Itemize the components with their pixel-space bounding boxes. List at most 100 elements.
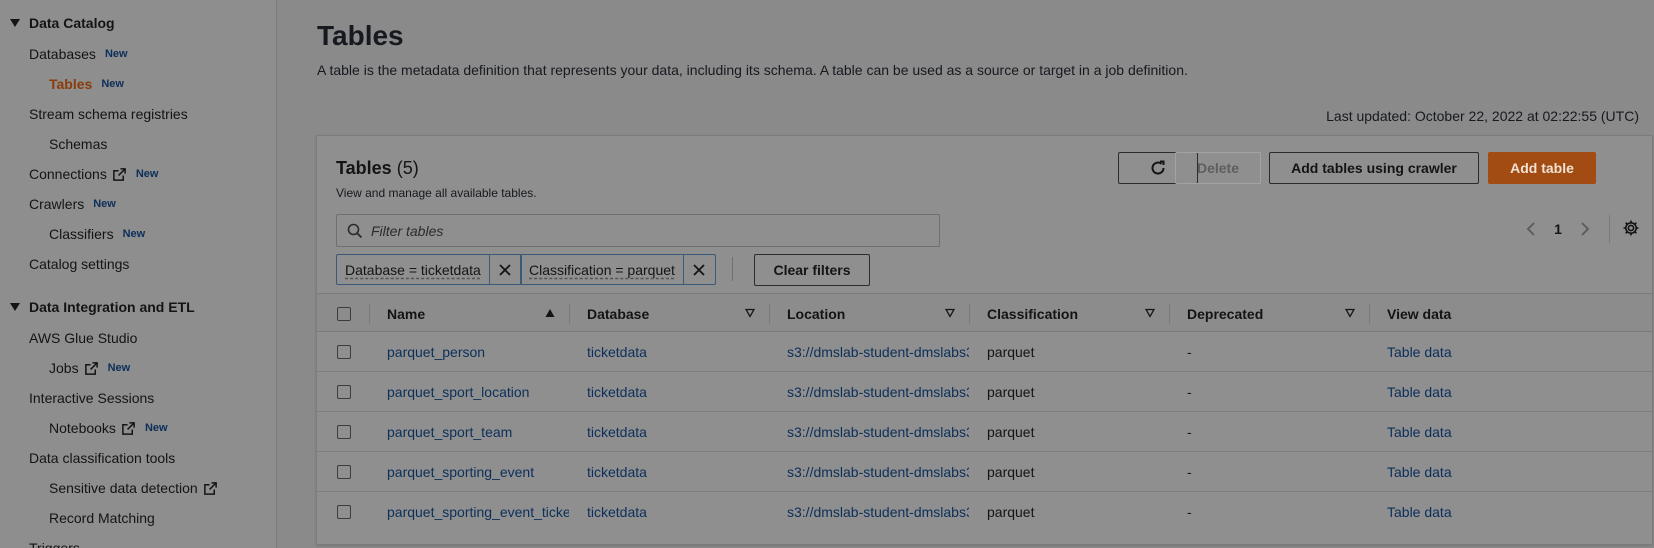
sort-icon — [945, 308, 955, 318]
sidebar-item-record-matching[interactable]: Record Matching — [49, 510, 155, 526]
sidebar-item-databases[interactable]: Databases New — [29, 46, 128, 62]
close-icon — [693, 263, 706, 276]
view-table-data-link[interactable]: Table data — [1387, 372, 1587, 412]
previous-page-button[interactable] — [1521, 219, 1541, 239]
sidebar-item-label: Notebooks — [49, 420, 116, 436]
database-link[interactable]: ticketdata — [587, 372, 769, 412]
panel-title: Tables (5) — [336, 158, 419, 179]
database-link[interactable]: ticketdata — [587, 332, 769, 372]
table-name-link[interactable]: parquet_person — [387, 332, 569, 372]
table-header: Name Database Location Classification De… — [317, 293, 1652, 332]
refresh-icon — [1151, 160, 1165, 175]
sidebar: Data Catalog Databases New Tables New St… — [0, 0, 277, 548]
column-header-view-data: View data — [1387, 294, 1587, 333]
column-header-label: Location — [787, 305, 846, 322]
location-link[interactable]: s3://dmslab-student-dmslabs3 — [787, 412, 969, 452]
remove-filter-button[interactable] — [684, 255, 715, 284]
sidebar-item-notebooks[interactable]: Notebooks New — [49, 420, 168, 436]
view-table-data-link[interactable]: Table data — [1387, 412, 1587, 452]
remove-filter-button[interactable] — [490, 255, 521, 284]
row-checkbox[interactable] — [337, 425, 351, 439]
table-name-link[interactable]: parquet_sport_team — [387, 412, 569, 452]
external-link-icon — [203, 481, 217, 495]
sidebar-item-triggers[interactable]: Triggers — [29, 540, 80, 548]
column-divider — [1169, 304, 1170, 324]
table-name-link[interactable]: parquet_sporting_event — [387, 452, 569, 492]
column-header-label: View data — [1387, 305, 1452, 322]
table-row: parquet_sporting_event ticketdata s3://d… — [317, 452, 1652, 492]
column-header-name[interactable]: Name — [387, 294, 569, 333]
sidebar-item-crawlers[interactable]: Crawlers New — [29, 196, 116, 212]
sidebar-item-stream-schema-registries[interactable]: Stream schema registries — [29, 106, 188, 122]
database-link[interactable]: ticketdata — [587, 492, 769, 532]
sidebar-item-classifiers[interactable]: Classifiers New — [49, 226, 145, 242]
pagination-divider — [1609, 215, 1610, 243]
sidebar-item-interactive-sessions[interactable]: Interactive Sessions — [29, 390, 154, 406]
sidebar-item-schemas[interactable]: Schemas — [49, 136, 107, 152]
page-number[interactable]: 1 — [1541, 221, 1575, 237]
sidebar-item-sensitive-data-detection[interactable]: Sensitive data detection — [49, 480, 218, 496]
table-row: parquet_sport_location ticketdata s3://d… — [317, 372, 1652, 412]
deprecated-cell: - — [1187, 384, 1192, 400]
section-data-catalog[interactable]: Data Catalog — [10, 15, 115, 31]
sidebar-item-catalog-settings[interactable]: Catalog settings — [29, 256, 129, 272]
location-link[interactable]: s3://dmslab-student-dmslabs3 — [787, 332, 969, 372]
database-link[interactable]: ticketdata — [587, 452, 769, 492]
add-table-button[interactable]: Add table — [1488, 152, 1596, 184]
gear-icon — [1623, 220, 1639, 235]
location-link[interactable]: s3://dmslab-student-dmslabs3 — [787, 372, 969, 412]
row-checkbox[interactable] — [337, 385, 351, 399]
location-link[interactable]: s3://dmslab-student-dmslabs3 — [787, 492, 969, 532]
sidebar-item-jobs[interactable]: Jobs New — [49, 360, 130, 376]
sidebar-item-connections[interactable]: Connections New — [29, 166, 158, 182]
external-link-icon — [84, 361, 98, 375]
section-label: Data Catalog — [29, 15, 115, 31]
filter-chip-label[interactable]: Database = ticketdata — [337, 255, 490, 284]
deprecated-cell: - — [1187, 504, 1192, 520]
row-checkbox[interactable] — [337, 505, 351, 519]
sidebar-item-label: Crawlers — [29, 196, 85, 212]
table-name-link[interactable]: parquet_sporting_event_ticket — [387, 492, 569, 532]
column-header-location[interactable]: Location — [787, 294, 969, 333]
select-all-checkbox[interactable] — [337, 307, 351, 321]
external-link-icon — [112, 167, 126, 181]
sidebar-item-label: Record Matching — [49, 510, 155, 526]
row-checkbox[interactable] — [337, 465, 351, 479]
sidebar-item-label: Classifiers — [49, 226, 114, 242]
column-header-database[interactable]: Database — [587, 294, 769, 333]
search-icon — [347, 223, 363, 238]
database-link[interactable]: ticketdata — [587, 412, 769, 452]
next-page-button[interactable] — [1575, 219, 1595, 239]
location-link[interactable]: s3://dmslab-student-dmslabs3 — [787, 452, 969, 492]
add-tables-crawler-button[interactable]: Add tables using crawler — [1269, 152, 1479, 184]
new-badge: New — [144, 422, 168, 434]
deprecated-cell: - — [1187, 344, 1192, 360]
external-link-icon — [122, 421, 135, 435]
clear-filters-button[interactable]: Clear filters — [754, 254, 870, 286]
sidebar-item-glue-studio[interactable]: AWS Glue Studio — [29, 330, 137, 346]
sidebar-item-tables[interactable]: Tables New — [49, 76, 124, 92]
table-name-link[interactable]: parquet_sport_location — [387, 372, 569, 412]
view-table-data-link[interactable]: Table data — [1387, 492, 1587, 532]
preferences-button[interactable] — [1622, 219, 1640, 240]
filter-chip-label[interactable]: Classification = parquet — [521, 255, 684, 284]
caret-down-icon — [10, 19, 20, 27]
column-divider — [969, 304, 970, 324]
column-header-deprecated[interactable]: Deprecated — [1187, 294, 1369, 333]
view-table-data-link[interactable]: Table data — [1387, 332, 1587, 372]
table-row: parquet_sport_team ticketdata s3://dmsla… — [317, 412, 1652, 452]
deprecated-cell: - — [1187, 424, 1192, 440]
column-divider — [569, 304, 570, 324]
row-checkbox[interactable] — [337, 345, 351, 359]
panel-subtitle: View and manage all available tables. — [336, 186, 537, 200]
section-data-integration[interactable]: Data Integration and ETL — [10, 299, 195, 315]
filter-box[interactable] — [336, 214, 940, 247]
view-table-data-link[interactable]: Table data — [1387, 452, 1587, 492]
section-label: Data Integration and ETL — [29, 299, 195, 315]
table-row: parquet_person ticketdata s3://dmslab-st… — [317, 332, 1652, 372]
delete-button[interactable]: Delete — [1175, 152, 1261, 184]
sidebar-item-data-classification-tools[interactable]: Data classification tools — [29, 450, 175, 466]
column-divider — [1369, 304, 1370, 324]
filter-input[interactable] — [371, 222, 931, 239]
column-header-classification[interactable]: Classification — [987, 294, 1169, 333]
